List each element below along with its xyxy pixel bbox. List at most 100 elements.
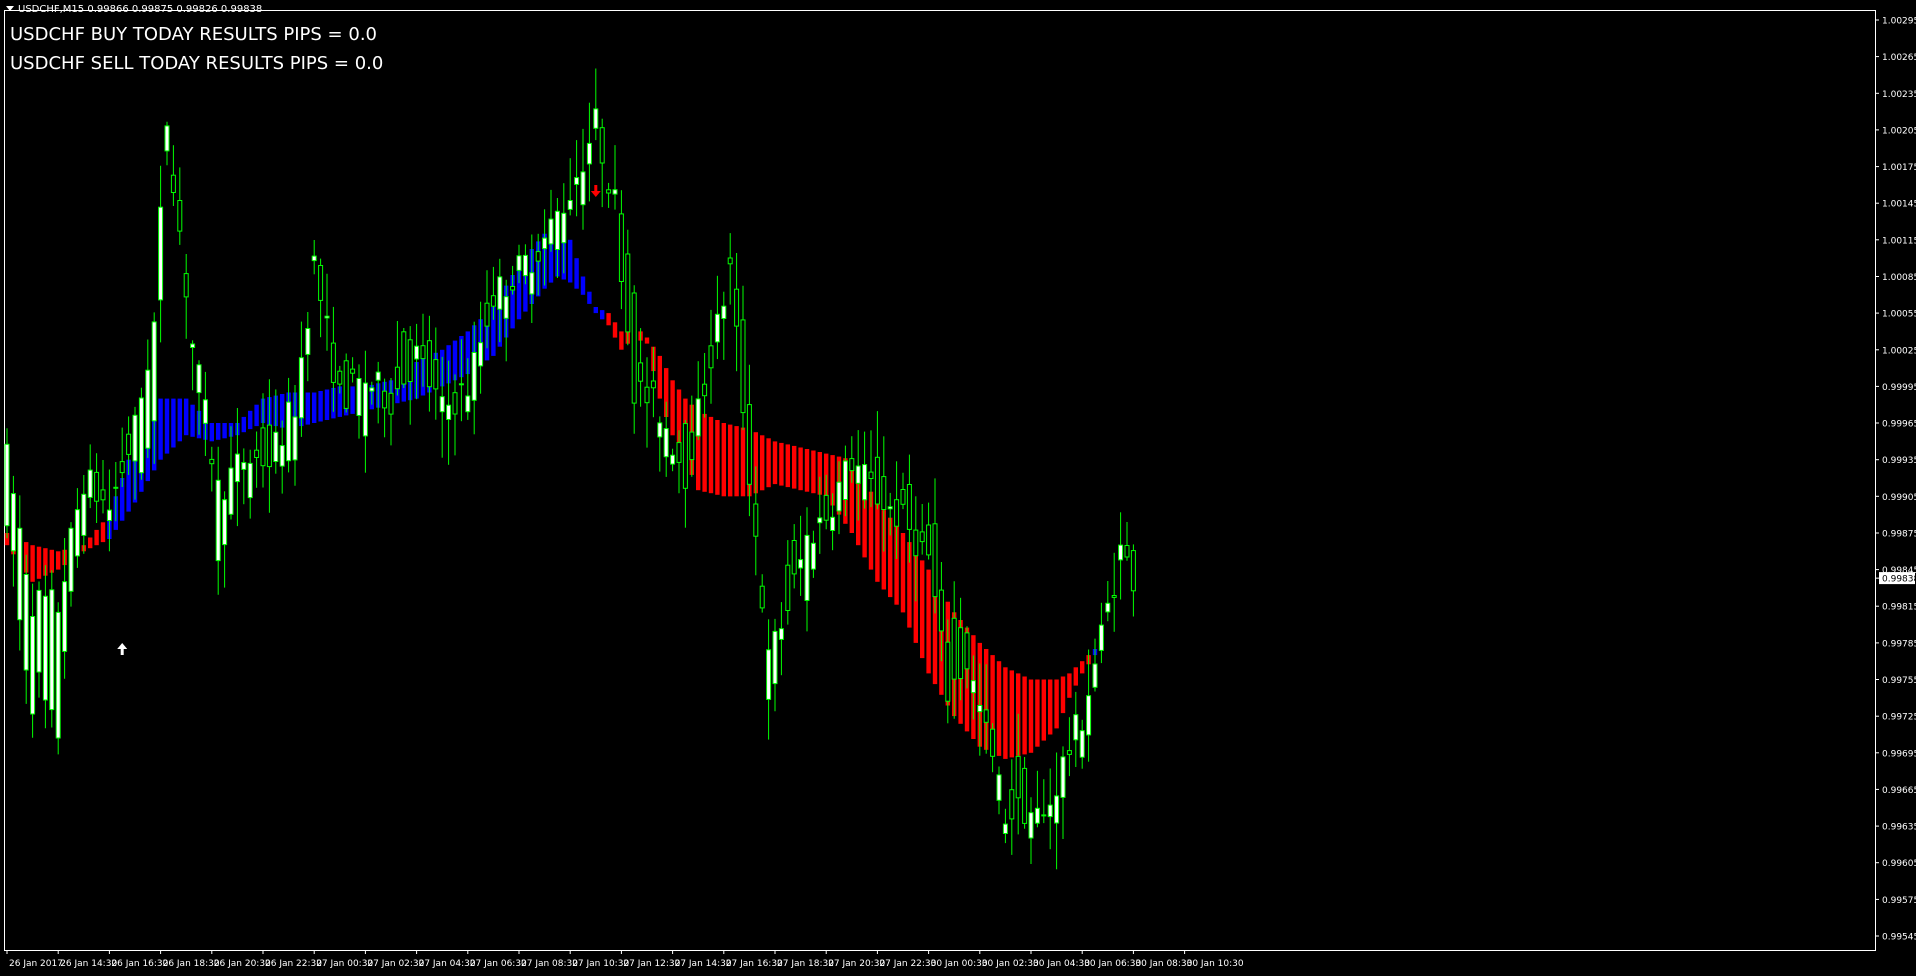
candle-body bbox=[554, 210, 560, 251]
candle-body bbox=[1015, 755, 1021, 799]
candle-body bbox=[510, 286, 516, 291]
time-tick-label: 27 Jan 02:30 bbox=[367, 959, 424, 969]
price-tick-label: 0.99605 bbox=[1882, 859, 1916, 869]
candle-body bbox=[977, 705, 983, 713]
candle-body bbox=[305, 328, 311, 355]
time-tick-label: 27 Jan 20:30 bbox=[828, 959, 885, 969]
candle-body bbox=[292, 416, 298, 461]
candle-body bbox=[113, 486, 119, 489]
time-tick-label: 27 Jan 22:30 bbox=[879, 959, 936, 969]
price-tick-label: 0.99785 bbox=[1882, 639, 1916, 649]
candle-body bbox=[311, 255, 317, 262]
candle-body bbox=[932, 523, 938, 598]
candle bbox=[4, 428, 10, 539]
candle bbox=[138, 387, 144, 480]
band-bar bbox=[164, 398, 170, 454]
symbol-quote: USDCHF,M15 0.99866 0.99875 0.99826 0.998… bbox=[18, 4, 263, 15]
band-bar bbox=[222, 423, 227, 439]
candle-body bbox=[894, 499, 900, 527]
candle-body bbox=[580, 171, 586, 206]
candle-body bbox=[17, 527, 23, 621]
candle-body bbox=[324, 315, 330, 319]
candle-body bbox=[670, 454, 676, 465]
band-bar bbox=[241, 416, 246, 433]
band-bar bbox=[1041, 679, 1046, 741]
candle-body bbox=[62, 581, 68, 652]
chart-header: USDCHF,M15 0.99866 0.99875 0.99826 0.998… bbox=[6, 4, 262, 15]
candle-body bbox=[433, 359, 439, 390]
price-tick-label: 0.99545 bbox=[1882, 933, 1916, 943]
candle-body bbox=[100, 489, 106, 501]
buy-results-label: USDCHF BUY TODAY RESULTS PIPS = 0.0 bbox=[10, 24, 377, 45]
candle-body bbox=[170, 174, 176, 193]
candle-body bbox=[529, 272, 535, 295]
candle-body bbox=[490, 295, 496, 307]
candle-body bbox=[862, 464, 868, 501]
price-tick-label: 0.99755 bbox=[1882, 676, 1916, 686]
candle-body bbox=[746, 404, 752, 485]
candle-body bbox=[36, 589, 42, 673]
price-tick-label: 1.00115 bbox=[1882, 236, 1916, 246]
candle-body bbox=[887, 506, 893, 510]
time-tick-label: 30 Jan 06:30 bbox=[1084, 959, 1141, 969]
candle-body bbox=[458, 383, 464, 386]
candle-body bbox=[106, 509, 112, 522]
price-chart[interactable]: 1.00295 1.00265 1.00235 1.00205 1.00175 1.001… bbox=[0, 0, 1916, 976]
candle-body bbox=[721, 305, 727, 320]
price-tick-label: 0.99905 bbox=[1882, 493, 1916, 503]
candle-body bbox=[388, 392, 394, 415]
candle-body bbox=[798, 559, 804, 569]
candle-body bbox=[561, 212, 567, 244]
candle-body bbox=[599, 127, 605, 164]
candle-body bbox=[42, 595, 48, 701]
time-tick-label: 27 Jan 08:30 bbox=[521, 959, 578, 969]
time-tick-label: 26 Jan 16:30 bbox=[111, 959, 168, 969]
candle-body bbox=[356, 378, 362, 416]
band-bar bbox=[772, 441, 778, 485]
time-tick-label: 27 Jan 00:30 bbox=[316, 959, 373, 969]
sell-results-label: USDCHF SELL TODAY RESULTS PIPS = 0.0 bbox=[10, 53, 384, 74]
candle-body bbox=[49, 589, 55, 711]
candle-body bbox=[919, 531, 925, 543]
candle-body bbox=[286, 401, 292, 462]
current-price-label: 0.99838 bbox=[1882, 575, 1916, 585]
candle-body bbox=[350, 368, 356, 374]
candle-body bbox=[254, 449, 260, 459]
candle-body bbox=[343, 360, 349, 409]
band-bar bbox=[88, 537, 93, 549]
candle-body bbox=[260, 427, 266, 467]
candle-body bbox=[369, 387, 375, 392]
candle-body bbox=[759, 585, 765, 609]
candle-body bbox=[830, 516, 836, 531]
band-bar bbox=[798, 447, 803, 491]
price-tick-label: 1.00025 bbox=[1882, 346, 1916, 356]
candle-body bbox=[791, 540, 797, 575]
band-bar bbox=[715, 420, 720, 495]
band-bar bbox=[248, 410, 253, 430]
candle-body bbox=[766, 649, 772, 700]
candle-body bbox=[81, 493, 87, 536]
time-tick-label: 30 Jan 00:30 bbox=[931, 959, 988, 969]
candle-body bbox=[273, 431, 279, 462]
band-bar bbox=[580, 276, 586, 295]
candle-body bbox=[337, 370, 343, 385]
candle-body bbox=[990, 728, 996, 757]
candle-body bbox=[414, 345, 420, 360]
price-tick-label: 0.99875 bbox=[1882, 530, 1916, 540]
band-bar bbox=[324, 389, 330, 420]
band-bar bbox=[305, 392, 310, 425]
candle bbox=[343, 353, 349, 413]
candle-body bbox=[938, 589, 944, 632]
candle-body bbox=[382, 390, 388, 409]
chevron-down-icon[interactable] bbox=[6, 6, 14, 11]
band-bar bbox=[734, 426, 739, 497]
candle-body bbox=[1002, 823, 1008, 834]
candle-body bbox=[202, 399, 208, 424]
price-tick-label: 1.00145 bbox=[1882, 200, 1916, 210]
candle-body bbox=[94, 471, 100, 502]
band-bar bbox=[644, 337, 650, 344]
band-bar bbox=[254, 404, 259, 427]
candle-body bbox=[74, 509, 80, 557]
candle-body bbox=[394, 366, 400, 390]
candle-body bbox=[567, 200, 573, 210]
